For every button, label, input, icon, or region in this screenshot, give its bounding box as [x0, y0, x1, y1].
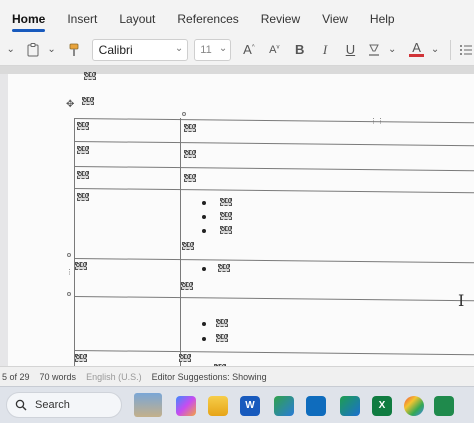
list-bullet	[202, 337, 206, 341]
image-placeholder[interactable]: OLU	[77, 146, 89, 154]
format-painter-icon[interactable]	[66, 41, 81, 59]
document-page[interactable]: OLU OLU ✥ ⋮⋮ OLU OLU OLU OLU OLU OLU OLU…	[8, 72, 474, 366]
image-placeholder[interactable]: OLU	[184, 174, 196, 182]
paste-dropdown-icon[interactable]: ⌄	[45, 44, 58, 55]
paste-icon[interactable]	[25, 41, 40, 59]
image-placeholder[interactable]: OLU	[179, 354, 191, 362]
image-placeholder[interactable]: OLU	[181, 282, 193, 290]
news-widget-icon[interactable]	[134, 393, 162, 417]
table-border	[73, 188, 474, 194]
ribbon-toolbar: ⌄ ⌄ Calibri ⌄ 11 ⌄ A^ Av B I U ⌄ A ⌄	[0, 34, 474, 66]
image-placeholder[interactable]: OLU	[184, 150, 196, 158]
toolbar-divider	[449, 39, 451, 60]
ribbon-tabs: Home Insert Layout References Review Vie…	[0, 0, 474, 34]
chevron-down-icon: ⌄	[174, 42, 184, 54]
image-placeholder[interactable]: OLU	[218, 264, 230, 272]
edge-icon[interactable]	[340, 396, 360, 416]
table-border	[73, 118, 474, 124]
font-name-value: Calibri	[98, 42, 133, 57]
outlook-icon[interactable]	[306, 396, 326, 416]
image-placeholder[interactable]: OLU	[216, 319, 228, 327]
image-placeholder[interactable]: OLU	[220, 212, 232, 220]
list-bullet	[202, 267, 206, 271]
chevron-down-icon[interactable]: ⌄	[4, 44, 17, 55]
search-label: Search	[35, 399, 70, 411]
chrome-icon[interactable]	[404, 396, 424, 416]
word-count[interactable]: 70 words	[40, 372, 77, 382]
list-bullet	[202, 229, 206, 233]
row-insert-handle[interactable]	[67, 253, 71, 257]
taskbar-search[interactable]: Search	[6, 392, 122, 418]
resize-handle[interactable]	[182, 112, 186, 116]
shrink-font-button[interactable]: Av	[267, 44, 282, 56]
font-name-box[interactable]: Calibri ⌄	[91, 38, 189, 61]
chevron-down-icon[interactable]: ⌄	[428, 44, 441, 55]
list-bullet	[202, 201, 206, 205]
taskbar: Search W X	[0, 386, 474, 423]
image-placeholder[interactable]: OLU	[82, 97, 94, 105]
editor-suggestions[interactable]: Editor Suggestions: Showing	[152, 372, 267, 382]
font-size-value: 11	[200, 43, 212, 56]
table-border	[73, 296, 474, 302]
store-icon[interactable]	[274, 396, 294, 416]
image-placeholder[interactable]: OLU	[184, 124, 196, 132]
table-border	[180, 118, 181, 366]
search-icon	[15, 399, 27, 411]
font-size-box[interactable]: 11 ⌄	[194, 38, 232, 61]
list-bullet	[202, 215, 206, 219]
underline-button[interactable]: U	[343, 42, 358, 57]
tab-review[interactable]: Review	[261, 12, 300, 34]
list-bullet	[202, 322, 206, 326]
row-grip-icon[interactable]: ⋮	[66, 269, 73, 276]
image-placeholder[interactable]: OLU	[77, 122, 89, 130]
image-placeholder[interactable]: OLU	[77, 171, 89, 179]
document-area[interactable]: OLU OLU ✥ ⋮⋮ OLU OLU OLU OLU OLU OLU OLU…	[0, 66, 474, 366]
image-placeholder[interactable]: OLU	[75, 354, 87, 362]
chevron-down-icon[interactable]: ⌄	[385, 44, 398, 55]
table-border	[74, 118, 75, 366]
tab-references[interactable]: References	[177, 12, 238, 34]
image-placeholder[interactable]: OLU	[220, 198, 232, 206]
row-insert-handle[interactable]	[67, 292, 71, 296]
word-app-icon[interactable]: W	[240, 396, 260, 416]
tab-home[interactable]: Home	[12, 12, 46, 34]
file-explorer-icon[interactable]	[208, 396, 228, 416]
language-indicator[interactable]: English (U.S.)	[86, 372, 142, 382]
bold-button[interactable]: B	[292, 42, 307, 57]
text-cursor-icon: I	[458, 291, 465, 310]
tab-insert[interactable]: Insert	[67, 12, 97, 34]
image-placeholder[interactable]: OLU	[182, 242, 194, 250]
image-placeholder[interactable]: OLU	[84, 72, 96, 80]
page-count[interactable]: 5 of 29	[2, 372, 30, 382]
app-icon[interactable]	[434, 396, 454, 416]
image-placeholder[interactable]: OLU	[216, 334, 228, 342]
image-placeholder[interactable]: OLU	[77, 193, 89, 201]
ruler	[0, 66, 474, 74]
tab-layout[interactable]: Layout	[119, 12, 155, 34]
table-border	[73, 166, 474, 172]
bullets-icon[interactable]	[459, 41, 474, 59]
excel-app-icon[interactable]: X	[372, 396, 392, 416]
status-bar: 5 of 29 70 words English (U.S.) Editor S…	[0, 366, 474, 386]
font-color-button[interactable]: A	[408, 41, 425, 57]
copilot-icon[interactable]	[176, 396, 196, 416]
tab-view[interactable]: View	[322, 12, 348, 34]
image-placeholder[interactable]: OLU	[75, 262, 87, 270]
tab-help[interactable]: Help	[370, 12, 395, 34]
table-border	[73, 350, 474, 356]
chevron-down-icon: ⌄	[218, 42, 228, 54]
italic-button[interactable]: I	[317, 42, 332, 58]
table-border	[73, 141, 474, 147]
table-border	[73, 258, 474, 264]
image-placeholder[interactable]: OLU	[220, 226, 232, 234]
grow-font-button[interactable]: A^	[241, 42, 256, 57]
highlight-icon[interactable]	[366, 41, 381, 59]
table-move-handle-icon[interactable]: ✥	[66, 100, 74, 110]
